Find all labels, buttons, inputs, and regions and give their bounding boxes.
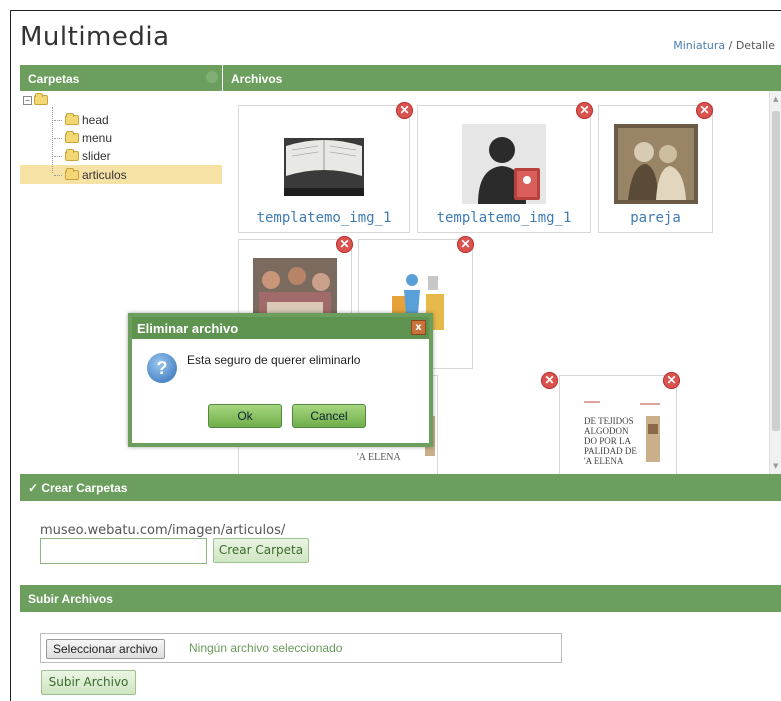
- folder-icon: [65, 149, 79, 161]
- folder-open-icon: [34, 93, 48, 105]
- tree-item-label: articulos: [82, 168, 127, 182]
- bible-photo-thumbnail: [282, 124, 366, 204]
- delete-icon[interactable]: ✕: [457, 236, 474, 253]
- files-scrollbar[interactable]: ▲ ▼: [769, 91, 781, 474]
- folders-panel-title: Carpetas: [28, 72, 80, 86]
- folder-icon: [65, 113, 79, 125]
- file-card[interactable]: templatemo_img_1: [238, 105, 410, 233]
- svg-text:DO POR LA: DO POR LA: [584, 436, 632, 446]
- thumbnail-view-link[interactable]: Miniatura: [673, 39, 725, 52]
- file-chooser: Seleccionar archivo Ningún archivo selec…: [40, 633, 562, 663]
- dialog-message: Esta seguro de querer eliminarlo: [187, 353, 361, 367]
- view-mode-separator: /: [725, 39, 736, 52]
- tree-item-label: slider: [82, 149, 111, 163]
- file-name[interactable]: pareja: [599, 210, 712, 226]
- sepia-couple-photo-thumbnail: [613, 124, 698, 204]
- delete-icon[interactable]: ✕: [696, 102, 713, 119]
- folder-path: museo.webatu.com/imagen/articulos/: [40, 523, 286, 538]
- tree-item-label: menu: [82, 131, 113, 145]
- create-folder-header[interactable]: ✓ Crear Carpetas: [20, 474, 781, 501]
- page-title: Multimedia: [20, 22, 170, 52]
- file-card[interactable]: DE TEJIDOS ALGODON DO POR LA PALIDAD DE …: [559, 375, 677, 474]
- delete-icon[interactable]: ✕: [576, 102, 593, 119]
- contact-silhouette-thumbnail: [462, 124, 546, 204]
- dialog-title: Eliminar archivo: [132, 317, 429, 339]
- close-icon[interactable]: x: [411, 320, 426, 335]
- book-cover-thumbnail: DE TEJIDOS ALGODON DO POR LA PALIDAD DE …: [580, 394, 664, 474]
- tree-item-slider[interactable]: slider: [54, 147, 111, 165]
- tree-item-head[interactable]: head: [54, 111, 109, 129]
- scroll-up-icon[interactable]: ▲: [773, 95, 778, 103]
- create-folder-button[interactable]: Crear Carpeta: [213, 538, 309, 563]
- question-icon: ?: [147, 353, 177, 383]
- check-icon: ✓: [28, 481, 42, 495]
- collapse-toggle-icon[interactable]: −: [23, 95, 32, 105]
- view-mode-switch: Miniatura / Detalle: [673, 39, 775, 52]
- file-status: Ningún archivo seleccionado: [189, 641, 343, 655]
- folder-icon: [65, 131, 79, 143]
- delete-icon[interactable]: ✕: [663, 372, 680, 389]
- upload-title: Subir Archivos: [28, 592, 113, 606]
- cancel-button[interactable]: Cancel: [292, 404, 366, 428]
- tree-connector: [52, 107, 53, 173]
- file-name[interactable]: templatemo_img_1: [418, 210, 590, 226]
- upload-header[interactable]: Subir Archivos: [20, 585, 781, 612]
- scrollbar-thumb[interactable]: [772, 111, 780, 431]
- choose-file-button[interactable]: Seleccionar archivo: [46, 639, 165, 659]
- folder-icon: [65, 168, 79, 180]
- svg-text:DE TEJIDOS: DE TEJIDOS: [584, 416, 634, 426]
- ok-button[interactable]: Ok: [208, 404, 282, 428]
- file-name[interactable]: templatemo_img_1: [239, 210, 409, 226]
- confirm-delete-dialog: Eliminar archivo x ? Esta seguro de quer…: [128, 313, 433, 447]
- files-panel-header: Archivos: [223, 65, 781, 91]
- cover-text: 'A ELENA: [357, 452, 401, 463]
- delete-icon[interactable]: ✕: [336, 236, 353, 253]
- svg-text:ALGODON: ALGODON: [584, 426, 629, 436]
- files-panel-title: Archivos: [231, 72, 283, 86]
- tree-item-menu[interactable]: menu: [54, 129, 112, 147]
- delete-icon[interactable]: ✕: [541, 372, 558, 389]
- tree-item-articulos[interactable]: articulos: [54, 166, 127, 184]
- detail-view-label[interactable]: Detalle: [736, 39, 775, 52]
- svg-text:PALIDAD DE: PALIDAD DE: [584, 446, 637, 456]
- collapse-icon[interactable]: [206, 71, 218, 83]
- create-folder-title: ✓ Crear Carpetas: [28, 481, 128, 495]
- upload-button[interactable]: Subir Archivo: [41, 670, 136, 695]
- svg-text:'A ELENA: 'A ELENA: [584, 456, 624, 466]
- tree-root[interactable]: −: [23, 93, 48, 105]
- delete-icon[interactable]: ✕: [396, 102, 413, 119]
- file-card[interactable]: templatemo_img_1: [417, 105, 591, 233]
- scroll-down-icon[interactable]: ▼: [773, 462, 778, 470]
- folder-name-input[interactable]: [40, 538, 207, 564]
- tree-item-label: head: [82, 113, 109, 127]
- folders-panel-header: Carpetas: [20, 65, 222, 91]
- file-card[interactable]: pareja: [598, 105, 713, 233]
